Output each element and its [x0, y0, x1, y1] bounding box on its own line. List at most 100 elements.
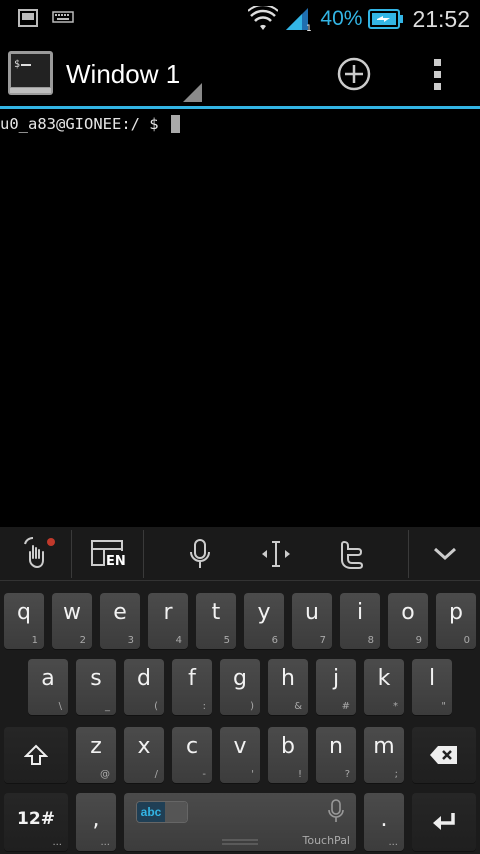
key-sublabel: -	[202, 769, 206, 780]
share-twitter-button[interactable]	[322, 527, 382, 580]
key-d[interactable]: d(	[124, 659, 164, 715]
space-bar-grip	[222, 839, 258, 845]
key-label: d	[137, 666, 151, 691]
battery-charging-icon	[368, 9, 404, 29]
key-w[interactable]: w2	[52, 593, 92, 649]
key-label: a	[41, 666, 55, 691]
key-sublabel: ...	[100, 837, 110, 848]
key-label: z	[90, 734, 102, 759]
add-window-button[interactable]	[328, 52, 380, 96]
keyboard-toolbar: EN	[0, 527, 480, 580]
key-t[interactable]: t5	[196, 593, 236, 649]
collapse-keyboard-icon	[433, 547, 456, 560]
key-x[interactable]: x /	[124, 727, 164, 783]
key-sublabel: 6	[271, 635, 278, 646]
key-sublabel: 7	[319, 635, 326, 646]
symbols-key[interactable]: 12#...	[4, 793, 68, 851]
key-label: e	[113, 600, 127, 625]
key-label: g	[233, 666, 247, 691]
comma-key[interactable]: ,...	[76, 793, 116, 851]
prompt-text: u0_a83@GIONEE:/ $	[0, 115, 159, 133]
key-l[interactable]: l "	[412, 659, 452, 715]
key-label: u	[305, 600, 319, 625]
key-label: n	[329, 734, 343, 759]
microphone-icon	[190, 538, 210, 568]
gesture-button[interactable]	[0, 527, 71, 580]
overflow-menu-icon	[434, 59, 441, 90]
key-m[interactable]: m;	[364, 727, 404, 783]
key-label: f	[188, 666, 196, 691]
microphone-icon	[328, 799, 344, 822]
key-u[interactable]: u7	[292, 593, 332, 649]
key-p[interactable]: p0	[436, 593, 476, 649]
key-sublabel: ...	[388, 837, 398, 848]
key-label: j	[332, 666, 340, 691]
key-g[interactable]: g)	[220, 659, 260, 715]
text-cursor	[170, 115, 180, 133]
keyboard: q 1 w 2 e 3 r 4 t 5 y 6 u 7 i 8 o 9 p 0 a \ s _ d(f: g) h & j # k * l " z @…	[0, 580, 480, 854]
period-key[interactable]: ....	[364, 793, 404, 851]
key-label: m	[373, 734, 395, 759]
key-v[interactable]: v '	[220, 727, 260, 783]
key-sublabel: 0	[463, 635, 470, 646]
backspace-key[interactable]	[412, 727, 476, 783]
key-i[interactable]: i8	[340, 593, 380, 649]
window-title[interactable]: Window 1	[66, 59, 180, 90]
key-n[interactable]: n?	[316, 727, 356, 783]
abc-label: abc	[137, 802, 165, 822]
key-sublabel: 1	[31, 635, 38, 646]
key-sublabel: !	[297, 769, 302, 780]
key-sublabel: 4	[175, 635, 182, 646]
overflow-menu-button[interactable]	[420, 52, 456, 96]
key-label: s	[90, 666, 102, 691]
key-b[interactable]: b!	[268, 727, 308, 783]
key-label: 12#	[17, 809, 55, 829]
svg-text:1: 1	[306, 24, 312, 32]
collapse-keyboard-button[interactable]	[409, 527, 480, 580]
shift-icon	[24, 744, 48, 765]
key-y[interactable]: y6	[244, 593, 284, 649]
key-a[interactable]: a \	[28, 659, 68, 715]
shift-key[interactable]	[4, 727, 68, 783]
voice-input-button[interactable]	[170, 527, 230, 580]
cursor-move-button[interactable]	[246, 527, 306, 580]
key-o[interactable]: o9	[388, 593, 428, 649]
key-k[interactable]: k *	[364, 659, 404, 715]
cursor-move-icon	[262, 540, 290, 567]
key-h[interactable]: h &	[268, 659, 308, 715]
signal-icon: 1	[286, 8, 312, 32]
key-j[interactable]: j #	[316, 659, 356, 715]
enter-key[interactable]	[412, 793, 476, 851]
key-sublabel: _	[105, 701, 110, 712]
key-f[interactable]: f:	[172, 659, 212, 715]
key-r[interactable]: r4	[148, 593, 188, 649]
screenshot-icon	[18, 9, 38, 27]
twitter-icon	[341, 540, 364, 569]
key-q[interactable]: q1	[4, 593, 44, 649]
key-sublabel: /	[154, 769, 158, 780]
key-sublabel: "	[441, 701, 446, 712]
layout-button[interactable]: EN	[72, 527, 143, 580]
prompt-line: u0_a83@GIONEE:/ $	[0, 115, 180, 133]
svg-text:$: $	[14, 59, 20, 70]
window-spinner-indicator[interactable]	[183, 83, 202, 102]
key-c[interactable]: c-	[172, 727, 212, 783]
language-toggle[interactable]: abc	[136, 801, 188, 823]
key-label: r	[163, 600, 173, 625]
terminal-view[interactable]: u0_a83@GIONEE:/ $	[0, 109, 480, 527]
toolbar-divider	[143, 530, 144, 578]
key-label: k	[377, 666, 391, 691]
wifi-icon	[248, 6, 279, 30]
key-label: i	[356, 600, 364, 625]
key-label: h	[281, 666, 295, 691]
terminal-app-icon[interactable]: $	[7, 50, 54, 96]
keyboard-icon	[52, 11, 74, 23]
key-e[interactable]: e3	[100, 593, 140, 649]
key-z[interactable]: z @	[76, 727, 116, 783]
key-s[interactable]: s _	[76, 659, 116, 715]
key-sublabel: '	[251, 769, 254, 780]
toggle-knob	[165, 802, 187, 822]
key-label: o	[401, 600, 415, 625]
clock: 21:52	[412, 5, 470, 32]
space-key[interactable]: TouchPal abc	[124, 793, 356, 851]
